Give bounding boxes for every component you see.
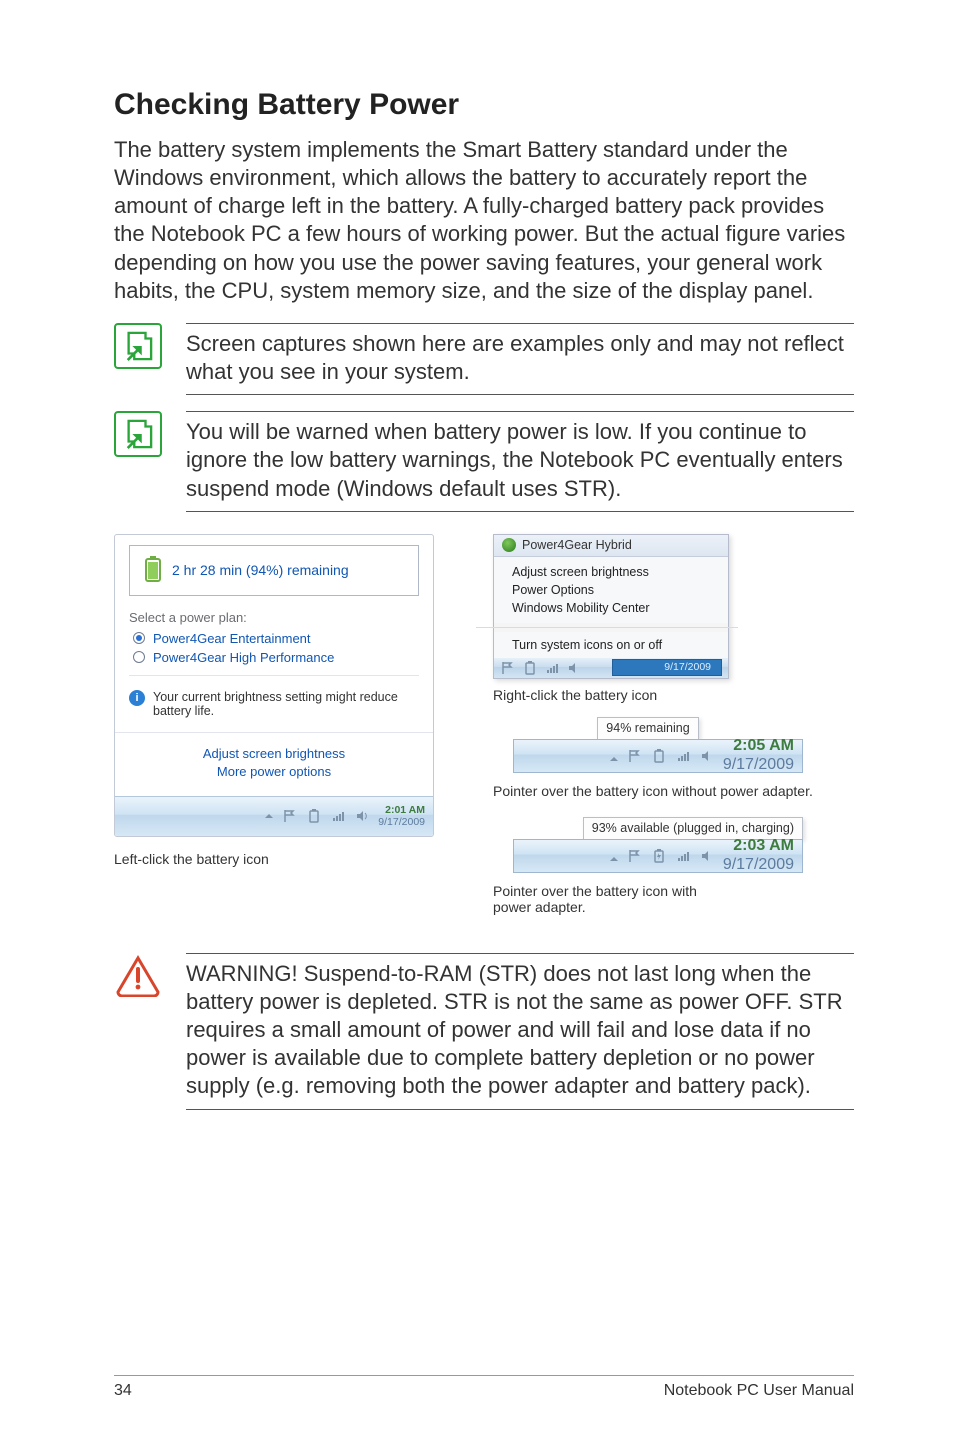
context-clock: 9/17/2009 xyxy=(612,659,722,676)
note-icon xyxy=(114,411,162,457)
flag-icon[interactable] xyxy=(500,660,516,676)
note-block-1: Screen captures shown here are examples … xyxy=(114,323,854,395)
warning-text: WARNING! Suspend-to-RAM (STR) does not l… xyxy=(186,953,854,1110)
battery-tray-icon[interactable] xyxy=(306,808,322,824)
network-icon[interactable] xyxy=(544,660,560,676)
caption-pointer-with-adapter-2: power adapter. xyxy=(493,899,697,915)
tooltip-charging: 93% available (plugged in, charging) xyxy=(583,817,803,840)
volume-icon[interactable] xyxy=(699,848,715,864)
volume-icon[interactable] xyxy=(566,660,582,676)
network-icon[interactable] xyxy=(675,848,691,864)
taskbar-date: 9/17/2009 xyxy=(723,756,794,774)
caption-right-click: Right-click the battery icon xyxy=(493,687,657,703)
taskbar-sample-2: 2:03 AM 9/17/2009 xyxy=(513,839,803,873)
menu-power-options[interactable]: Power Options xyxy=(512,581,718,599)
flag-icon[interactable] xyxy=(627,848,643,864)
tray-overflow-icon[interactable] xyxy=(609,851,619,861)
link-more-power-options[interactable]: More power options xyxy=(115,764,433,779)
intro-paragraph: The battery system implements the Smart … xyxy=(114,136,854,305)
plan-option-label: Power4Gear Entertainment xyxy=(153,631,311,646)
footer-title: Notebook PC User Manual xyxy=(664,1382,854,1400)
volume-icon[interactable] xyxy=(354,808,370,824)
warning-icon xyxy=(114,953,162,999)
flag-icon[interactable] xyxy=(282,808,298,824)
taskbar-clock[interactable]: 2:03 AM 9/17/2009 xyxy=(723,837,794,874)
plan-option-label: Power4Gear High Performance xyxy=(153,650,334,665)
radio-unselected-icon xyxy=(133,651,145,663)
note-text-2: You will be warned when battery power is… xyxy=(186,411,854,511)
warning-block: WARNING! Suspend-to-RAM (STR) does not l… xyxy=(114,953,854,1110)
taskbar-date: 9/17/2009 xyxy=(723,856,794,874)
link-adjust-brightness[interactable]: Adjust screen brightness xyxy=(115,746,433,761)
note-block-2: You will be warned when battery power is… xyxy=(114,411,854,511)
menu-system-icons[interactable]: Turn system icons on or off xyxy=(512,636,718,654)
network-icon[interactable] xyxy=(675,748,691,764)
taskbar-date: 9/17/2009 xyxy=(378,816,425,828)
tooltip-remaining: 94% remaining xyxy=(597,717,698,740)
power4gear-icon xyxy=(502,538,516,552)
power-plan-label: Select a power plan: xyxy=(129,610,419,625)
plan-option-high-performance[interactable]: Power4Gear High Performance xyxy=(133,650,419,665)
note-icon xyxy=(114,323,162,369)
network-icon[interactable] xyxy=(330,808,346,824)
power-flyout-panel: 2 hr 28 min (94%) remaining Select a pow… xyxy=(114,534,434,837)
note-text-1: Screen captures shown here are examples … xyxy=(186,323,854,395)
volume-icon[interactable] xyxy=(699,748,715,764)
taskbar-time: 2:03 AM xyxy=(723,837,794,855)
flag-icon[interactable] xyxy=(627,748,643,764)
taskbar-clock[interactable]: 2:01 AM 9/17/2009 xyxy=(378,804,425,828)
tray-overflow-icon[interactable] xyxy=(264,811,274,821)
radio-selected-icon xyxy=(133,632,145,644)
battery-tray-icon[interactable] xyxy=(651,748,667,764)
caption-left-click: Left-click the battery icon xyxy=(114,851,475,867)
menu-mobility-center[interactable]: Windows Mobility Center xyxy=(512,599,718,617)
plan-option-entertainment[interactable]: Power4Gear Entertainment xyxy=(133,631,419,646)
taskbar-time: 2:01 AM xyxy=(378,804,425,816)
brightness-info-text: Your current brightness setting might re… xyxy=(153,690,419,718)
battery-remaining-text: 2 hr 28 min (94%) remaining xyxy=(172,562,349,578)
menu-adjust-brightness[interactable]: Adjust screen brightness xyxy=(512,563,718,581)
taskbar-clock[interactable]: 2:05 AM 9/17/2009 xyxy=(723,737,794,774)
page-heading: Checking Battery Power xyxy=(114,88,854,122)
battery-remaining-box: 2 hr 28 min (94%) remaining xyxy=(129,545,419,596)
battery-icon xyxy=(144,556,162,585)
page-number: 34 xyxy=(114,1382,132,1400)
caption-pointer-with-adapter-1: Pointer over the battery icon with xyxy=(493,883,697,899)
battery-charging-icon[interactable] xyxy=(651,848,667,864)
taskbar-sample-1: 2:05 AM 9/17/2009 xyxy=(513,739,803,773)
tray-overflow-icon[interactable] xyxy=(609,751,619,761)
caption-pointer-no-adapter: Pointer over the battery icon without po… xyxy=(493,783,813,799)
context-menu-title: Power4Gear Hybrid xyxy=(522,538,632,552)
info-icon: i xyxy=(129,690,145,706)
taskbar-time: 2:05 AM xyxy=(723,737,794,755)
taskbar: 2:01 AM 9/17/2009 xyxy=(115,796,433,836)
battery-tray-icon[interactable] xyxy=(522,660,538,676)
battery-context-menu: Power4Gear Hybrid Adjust screen brightne… xyxy=(493,534,729,679)
brightness-info: i Your current brightness setting might … xyxy=(129,690,419,718)
